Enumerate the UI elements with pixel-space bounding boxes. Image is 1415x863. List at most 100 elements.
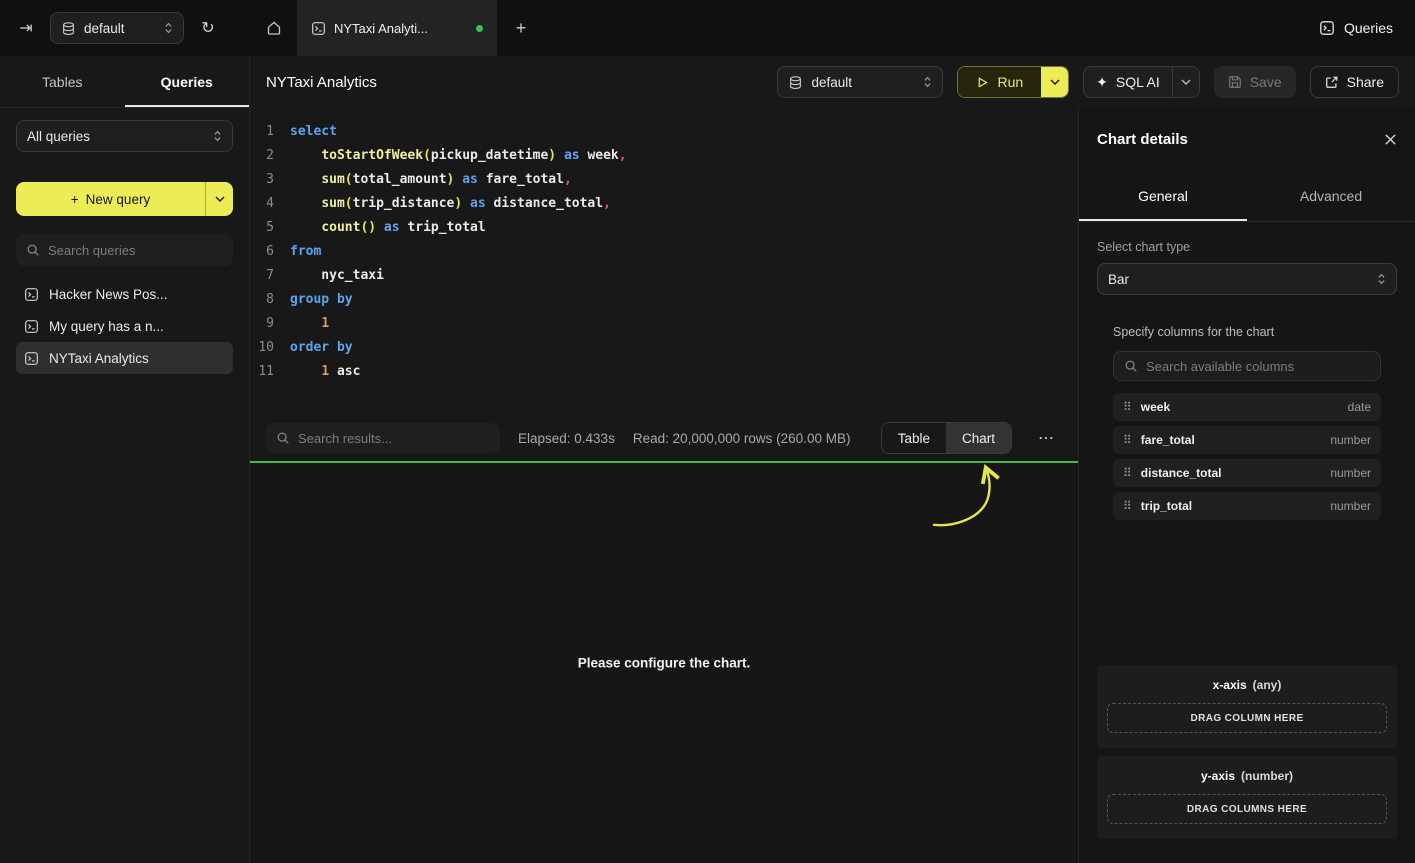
chart-type-value: Bar <box>1108 272 1369 287</box>
collapse-icon: ⇥ <box>19 18 32 38</box>
query-search-input[interactable] <box>48 243 223 258</box>
column-row[interactable]: ⠿ fare_total number <box>1113 426 1381 454</box>
view-toggle: Table Chart <box>881 422 1012 454</box>
line-number: 10 <box>250 336 290 360</box>
collapse-sidebar-button[interactable]: ⇥ <box>14 16 38 40</box>
header-database-value: default <box>811 75 915 90</box>
query-icon <box>1319 20 1335 36</box>
new-query-caret-button[interactable] <box>205 182 233 216</box>
x-axis-drop-zone[interactable]: DRAG COLUMN HERE <box>1107 703 1387 733</box>
query-filter-select[interactable]: All queries <box>16 120 233 152</box>
play-icon <box>976 76 989 89</box>
chart-type-select[interactable]: Bar <box>1097 263 1397 295</box>
column-type: date <box>1348 400 1371 414</box>
more-options-button[interactable]: ⋯ <box>1030 422 1062 454</box>
chevron-down-icon <box>1181 79 1191 85</box>
save-button[interactable]: Save <box>1214 66 1296 98</box>
x-axis-hint: (any) <box>1253 678 1282 692</box>
code-line: 3 sum(total_amount) as fare_total, <box>250 168 1078 192</box>
line-number: 9 <box>250 312 290 336</box>
more-icon: ⋯ <box>1038 430 1054 447</box>
header-controls: default Run <box>777 66 1399 98</box>
topbar: ⇥ default ↻ NYTax <box>0 0 1415 56</box>
tab-tables[interactable]: Tables <box>0 56 125 107</box>
panel-title: Chart details <box>1097 131 1188 148</box>
refresh-button[interactable]: ↻ <box>196 16 220 40</box>
drag-handle-icon[interactable]: ⠿ <box>1123 434 1132 446</box>
panel-tabs: General Advanced <box>1079 170 1415 222</box>
query-list-item[interactable]: Hacker News Pos... <box>16 278 233 310</box>
query-icon <box>24 319 39 334</box>
columns-label: Specify columns for the chart <box>1113 325 1381 339</box>
new-tab-button[interactable]: + <box>497 0 545 56</box>
close-panel-button[interactable] <box>1384 133 1397 146</box>
main-column: NYTaxi Analytics default <box>250 56 1415 863</box>
columns-search-input[interactable] <box>1146 359 1370 374</box>
panel-body: Select chart type Bar Specify columns fo… <box>1079 222 1415 863</box>
column-name: fare_total <box>1141 433 1195 447</box>
content-row: 1select2 toStartOfWeek(pickup_datetime) … <box>250 108 1415 863</box>
editor-column: 1select2 toStartOfWeek(pickup_datetime) … <box>250 108 1078 863</box>
column-row[interactable]: ⠿ week date <box>1113 393 1381 421</box>
results-search-box <box>266 423 500 453</box>
new-query-button[interactable]: + New query <box>16 182 205 216</box>
query-tab-active[interactable]: NYTaxi Analyti... <box>297 0 497 56</box>
queries-button[interactable]: Queries <box>1319 20 1393 36</box>
query-item-label: My query has a n... <box>49 319 164 334</box>
chevron-down-icon <box>215 196 225 202</box>
results-toolbar: Elapsed: 0.433s Read: 20,000,000 rows (2… <box>250 415 1078 461</box>
results-search-input[interactable] <box>298 431 490 446</box>
tab-general[interactable]: General <box>1079 170 1247 221</box>
column-row[interactable]: ⠿ trip_total number <box>1113 492 1381 520</box>
query-tab-title: NYTaxi Analyti... <box>334 21 468 36</box>
header-database-select[interactable]: default <box>777 66 943 98</box>
line-number: 11 <box>250 360 290 384</box>
share-icon <box>1325 75 1339 89</box>
code-line: 2 toStartOfWeek(pickup_datetime) as week… <box>250 144 1078 168</box>
column-row[interactable]: ⠿ distance_total number <box>1113 459 1381 487</box>
x-axis-card: x-axis(any) DRAG COLUMN HERE <box>1097 665 1397 748</box>
query-icon <box>311 21 326 36</box>
line-number: 1 <box>250 120 290 144</box>
run-split-button: Run <box>957 66 1069 98</box>
query-list-item[interactable]: My query has a n... <box>16 310 233 342</box>
sql-ai-label: SQL AI <box>1116 74 1160 90</box>
chart-area[interactable]: Please configure the chart. <box>250 461 1078 863</box>
home-tab[interactable] <box>250 0 297 56</box>
y-axis-hint: (number) <box>1241 769 1293 783</box>
chevron-updown-icon <box>1377 272 1386 286</box>
run-button-label: Run <box>997 74 1023 90</box>
table-view-button[interactable]: Table <box>882 423 946 453</box>
topbar-left: ⇥ default ↻ <box>0 0 250 56</box>
drag-handle-icon[interactable]: ⠿ <box>1123 401 1132 413</box>
columns-group: Specify columns for the chart ⠿ <box>1097 325 1397 520</box>
code-line: 9 1 <box>250 312 1078 336</box>
column-name: distance_total <box>1141 466 1222 480</box>
line-number: 7 <box>250 264 290 288</box>
column-type: number <box>1330 499 1371 513</box>
code-line: 5 count() as trip_total <box>250 216 1078 240</box>
line-number: 4 <box>250 192 290 216</box>
sql-ai-button[interactable]: ✦ SQL AI <box>1084 67 1172 97</box>
drag-handle-icon[interactable]: ⠿ <box>1123 467 1132 479</box>
chart-view-button[interactable]: Chart <box>946 423 1011 453</box>
chevron-updown-icon <box>923 75 932 89</box>
y-axis-card: y-axis(number) DRAG COLUMNS HERE <box>1097 756 1397 839</box>
run-options-caret[interactable] <box>1041 67 1068 97</box>
query-list-item-selected[interactable]: NYTaxi Analytics <box>16 342 233 374</box>
topbar-database-select[interactable]: default <box>50 12 184 44</box>
column-type: number <box>1330 466 1371 480</box>
tab-queries[interactable]: Queries <box>125 56 250 107</box>
code-line: 10order by <box>250 336 1078 360</box>
save-button-label: Save <box>1250 74 1282 90</box>
share-button[interactable]: Share <box>1310 66 1399 98</box>
sql-ai-caret[interactable] <box>1173 67 1199 97</box>
sql-editor[interactable]: 1select2 toStartOfWeek(pickup_datetime) … <box>250 108 1078 415</box>
code-line: 7 nyc_taxi <box>250 264 1078 288</box>
drag-handle-icon[interactable]: ⠿ <box>1123 500 1132 512</box>
sparkle-icon: ✦ <box>1096 74 1108 91</box>
column-name: week <box>1141 400 1170 414</box>
run-button[interactable]: Run <box>958 67 1041 97</box>
tab-advanced[interactable]: Advanced <box>1247 170 1415 221</box>
y-axis-drop-zone[interactable]: DRAG COLUMNS HERE <box>1107 794 1387 824</box>
